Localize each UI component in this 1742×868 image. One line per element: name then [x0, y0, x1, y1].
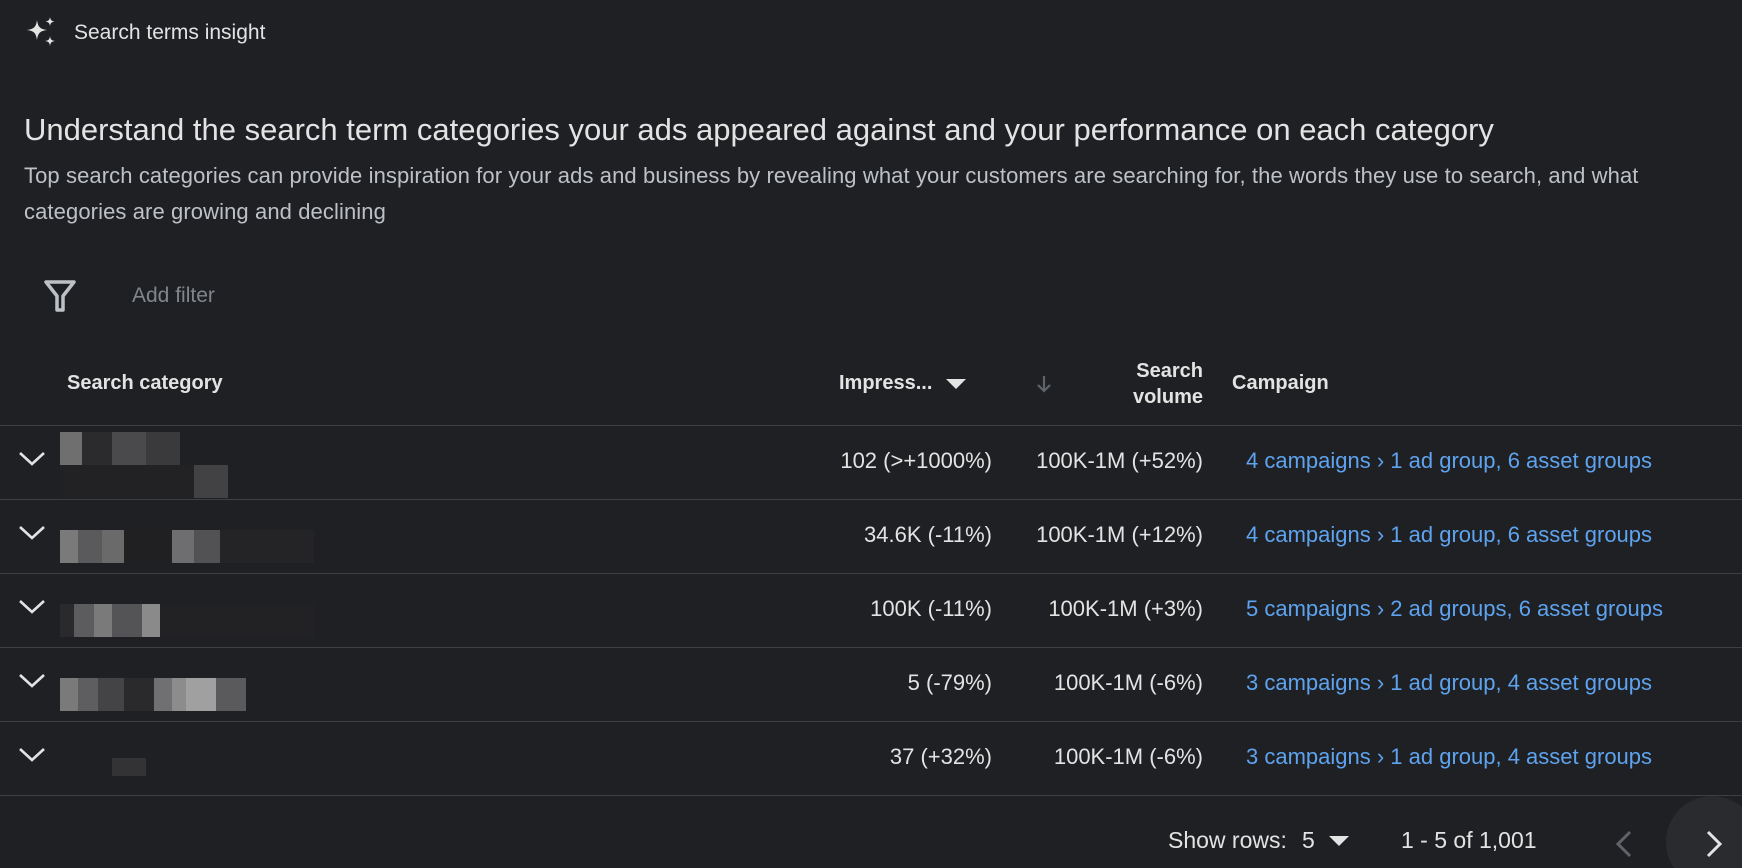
table-row: 37 (+32%) 100K-1M (-6%) 3 campaigns › 1 … — [0, 722, 1742, 796]
caret-down-icon[interactable] — [1328, 835, 1349, 846]
insight-header: Search terms insight — [24, 16, 265, 50]
impressions-cell: 100K (-11%) — [870, 596, 992, 621]
impressions-cell: 5 (-79%) — [907, 670, 992, 695]
campaign-link[interactable]: 5 campaigns › 2 ad groups, 6 asset group… — [1246, 596, 1663, 622]
column-header-search-volume-line1: Search — [1136, 360, 1203, 382]
arrow-down-icon[interactable] — [1032, 372, 1056, 396]
caret-down-icon[interactable] — [946, 378, 967, 389]
add-filter-input[interactable]: Add filter — [132, 284, 215, 308]
column-header-search-volume-line2: volume — [1132, 386, 1203, 408]
chevron-down-icon[interactable] — [16, 518, 48, 550]
column-header-impressions[interactable]: Impress... — [839, 372, 967, 395]
redacted-category — [60, 728, 314, 794]
redacted-category — [60, 654, 314, 720]
table-row: 5 (-79%) 100K-1M (-6%) 3 campaigns › 1 a… — [0, 648, 1742, 722]
search-volume-cell: 100K-1M (-6%) — [1053, 744, 1203, 769]
redacted-category — [60, 432, 314, 498]
filter-bar[interactable]: Add filter — [40, 276, 215, 316]
insight-title: Search terms insight — [74, 21, 266, 44]
column-header-search-volume[interactable]: Search volume — [1133, 358, 1203, 410]
impressions-cell: 102 (>+1000%) — [840, 448, 992, 473]
page-description: Top search categories can provide inspir… — [24, 163, 1639, 224]
campaign-link[interactable]: 4 campaigns › 1 ad group, 6 asset groups — [1246, 448, 1652, 474]
table-header: Search category Impress... Search volume… — [0, 344, 1742, 426]
rows-per-page-value: 5 — [1302, 827, 1315, 853]
search-category-table: Search category Impress... Search volume… — [0, 344, 1742, 796]
table-row: 100K (-11%) 100K-1M (+3%) 5 campaigns › … — [0, 574, 1742, 648]
search-terms-insight-page: Search terms insight Understand the sear… — [0, 0, 1742, 868]
table-row: 34.6K (-11%) 100K-1M (+12%) 4 campaigns … — [0, 500, 1742, 574]
chevron-right-icon — [1706, 830, 1723, 858]
next-page-button[interactable] — [1666, 796, 1742, 868]
column-header-search-category[interactable]: Search category — [67, 372, 223, 395]
show-rows-label: Show rows: — [1168, 827, 1287, 853]
chevron-left-icon[interactable] — [1604, 824, 1644, 864]
redacted-category — [60, 580, 314, 646]
pagination-bar: Show rows: 5 1 - 5 of 1,001 — [0, 796, 1742, 868]
filter-funnel-icon[interactable] — [40, 276, 80, 316]
redacted-category — [60, 506, 314, 572]
campaign-link[interactable]: 3 campaigns › 1 ad group, 4 asset groups — [1246, 670, 1652, 696]
chevron-down-icon[interactable] — [16, 592, 48, 624]
rows-per-page-select[interactable]: 5 — [1302, 827, 1349, 854]
chevron-down-icon[interactable] — [16, 740, 48, 772]
table-row: 102 (>+1000%) 100K-1M (+52%) 4 campaigns… — [0, 426, 1742, 500]
campaign-link[interactable]: 3 campaigns › 1 ad group, 4 asset groups — [1246, 744, 1652, 770]
column-header-impressions-label: Impress... — [839, 372, 933, 394]
search-volume-cell: 100K-1M (+3%) — [1048, 596, 1203, 621]
page-range: 1 - 5 of 1,001 — [1401, 827, 1537, 853]
page-headline: Understand the search term categories yo… — [24, 112, 1494, 147]
search-volume-cell: 100K-1M (+12%) — [1036, 522, 1203, 547]
search-volume-cell: 100K-1M (-6%) — [1053, 670, 1203, 695]
chevron-down-icon[interactable] — [16, 666, 48, 698]
column-header-campaign[interactable]: Campaign — [1232, 372, 1329, 395]
search-volume-cell: 100K-1M (+52%) — [1036, 448, 1203, 473]
sparkle-icon — [27, 17, 55, 46]
impressions-cell: 37 (+32%) — [889, 744, 992, 769]
chevron-down-icon[interactable] — [16, 444, 48, 476]
campaign-link[interactable]: 4 campaigns › 1 ad group, 6 asset groups — [1246, 522, 1652, 548]
impressions-cell: 34.6K (-11%) — [864, 522, 992, 547]
